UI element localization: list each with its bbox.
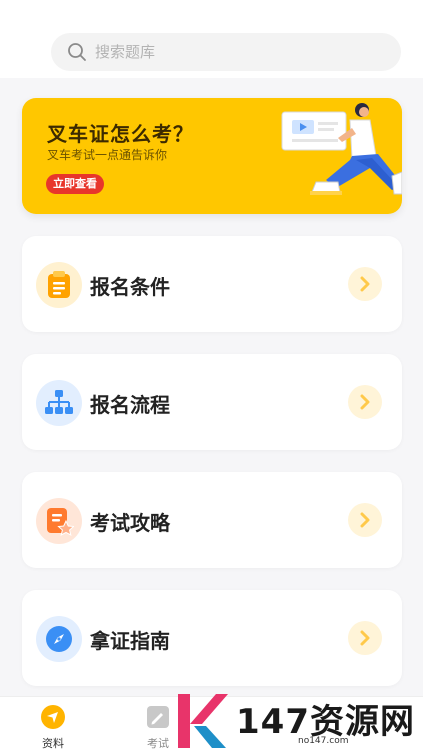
tab-materials[interactable]: 资料	[13, 697, 93, 753]
chevron-right-icon[interactable]	[348, 385, 382, 419]
card-exam-strategy[interactable]: 考试攻略	[22, 472, 402, 568]
flowchart-icon	[36, 380, 82, 426]
location-arrow-icon	[41, 705, 65, 729]
watermark: 147资源网 no147.com	[170, 686, 423, 752]
card-label: 报名流程	[90, 393, 170, 417]
card-certificate-guide[interactable]: 拿证指南	[22, 590, 402, 686]
chevron-right-icon[interactable]	[348, 621, 382, 655]
card-label: 考试攻略	[90, 511, 170, 535]
exam-icon	[147, 706, 169, 728]
tab-label: 资料	[42, 737, 64, 750]
chevron-right-icon[interactable]	[348, 267, 382, 301]
banner-title: 叉车证怎么考？	[47, 122, 194, 146]
watermark-domain: no147.com	[298, 736, 349, 746]
card-label: 报名条件	[90, 275, 170, 299]
card-label: 拿证指南	[90, 629, 170, 653]
promo-banner[interactable]: 叉车证怎么考？ 叉车考试一点通告诉你 立即查看	[22, 98, 402, 214]
person-carrying-board-illustration	[281, 103, 402, 195]
header	[0, 0, 423, 78]
view-now-button[interactable]: 立即查看	[46, 174, 104, 194]
clipboard-icon	[36, 262, 82, 308]
card-registration-conditions[interactable]: 报名条件	[22, 236, 402, 332]
search-input[interactable]	[93, 42, 357, 62]
compass-icon	[36, 616, 82, 662]
watermark-logo-icon	[178, 694, 228, 748]
strategy-doc-icon	[36, 498, 82, 544]
banner-subtitle: 叉车考试一点通告诉你	[47, 148, 168, 162]
search-bar[interactable]	[51, 33, 401, 71]
card-registration-process[interactable]: 报名流程	[22, 354, 402, 450]
chevron-right-icon[interactable]	[348, 503, 382, 537]
search-icon	[68, 43, 86, 61]
